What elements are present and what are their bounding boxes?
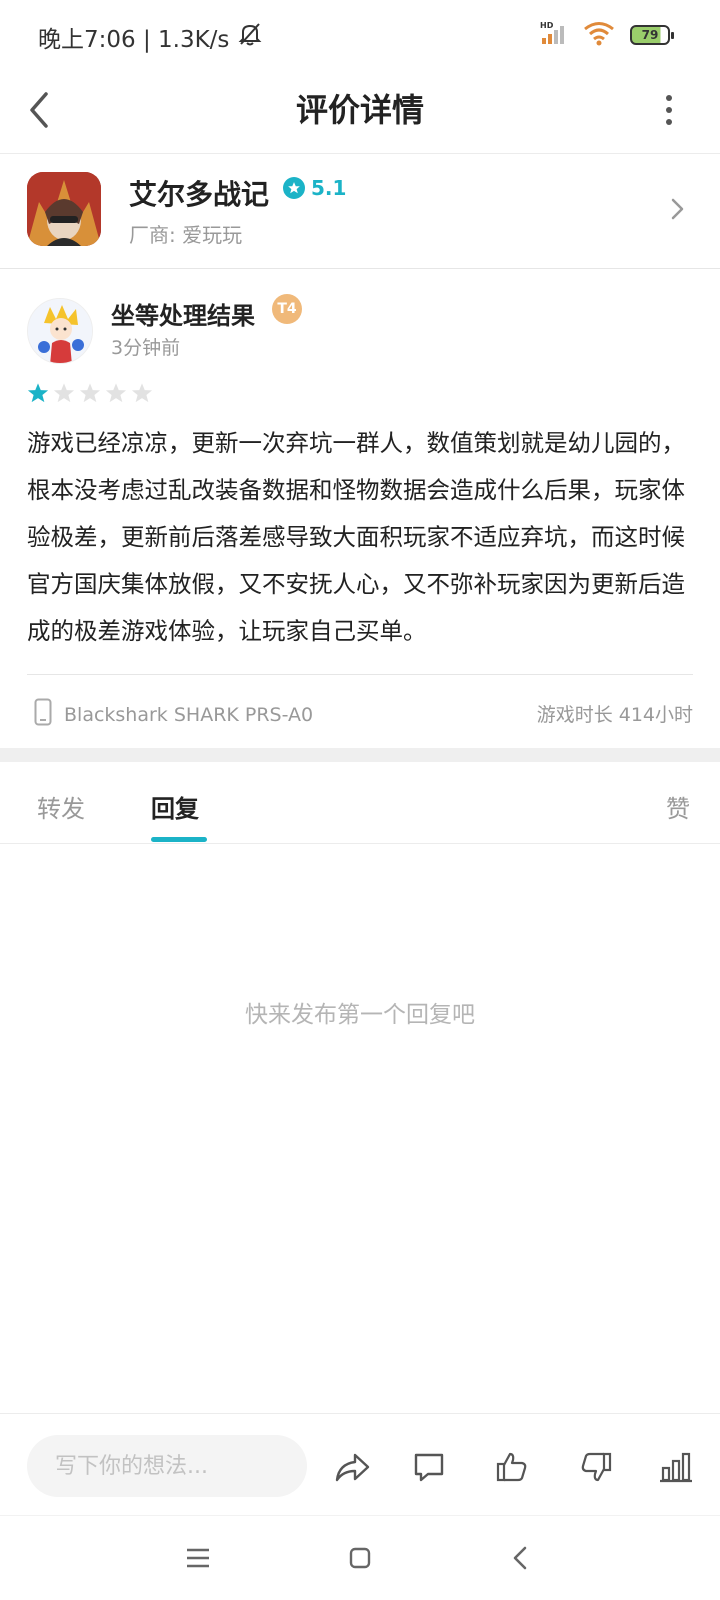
- divider: [27, 674, 693, 675]
- share-button[interactable]: [331, 1446, 373, 1488]
- stats-button[interactable]: [655, 1446, 697, 1488]
- star-empty-icon: [79, 383, 101, 403]
- status-right: HD 79: [540, 20, 674, 50]
- battery-level: 79: [641, 28, 659, 42]
- dislike-button[interactable]: [575, 1446, 617, 1488]
- chevron-right-icon: [668, 195, 686, 223]
- device-name: Blackshark SHARK PRS-A0: [64, 703, 314, 726]
- star-badge-icon: [283, 177, 305, 199]
- review-text: 游戏已经凉凉，更新一次弃坑一群人，数值策划就是幼儿园的，根本没考虑过乱改装备数据…: [27, 429, 685, 645]
- bottom-action-bar: [0, 1413, 720, 1515]
- play-time: 游戏时长 414小时: [536, 704, 693, 726]
- status-bar: 晚上7:06 | 1.3K/s HD 79: [0, 0, 720, 70]
- user-avatar[interactable]: [27, 298, 93, 364]
- thumbs-down-icon: [581, 1452, 612, 1482]
- thumbs-up-icon: [496, 1452, 527, 1482]
- wifi-icon: [582, 20, 616, 50]
- comment-button[interactable]: [408, 1446, 450, 1488]
- empty-state-text: 快来发布第一个回复吧: [245, 1002, 475, 1028]
- game-name: 艾尔多战记: [129, 178, 270, 211]
- system-back-button[interactable]: [500, 1538, 540, 1578]
- user-level-badge: T4: [272, 294, 302, 324]
- star-empty-icon: [131, 383, 153, 403]
- game-rating: 5.1: [283, 176, 346, 200]
- section-separator: [0, 748, 720, 762]
- top-nav-bar: 评价详情: [0, 70, 720, 154]
- like-button[interactable]: [491, 1446, 533, 1488]
- comment-input[interactable]: [27, 1435, 307, 1497]
- game-info-row[interactable]: 艾尔多战记 5.1 厂商: 爱玩玩: [0, 155, 720, 269]
- rating-value: 5.1: [311, 176, 347, 200]
- tab-bar: 转发 回复 赞: [0, 762, 720, 844]
- tab-likes[interactable]: 赞: [666, 789, 690, 824]
- device-info: Blackshark SHARK PRS-A0: [34, 698, 313, 731]
- share-icon: [335, 1453, 370, 1482]
- star-rating: [27, 382, 153, 404]
- review-card: 坐等处理结果 T4 3分钟前 游戏已经凉凉，更新一次弃坑一群人，数值策划就是幼儿…: [0, 270, 720, 740]
- battery-indicator: 79: [630, 25, 674, 45]
- phone-icon: [34, 698, 52, 731]
- tab-repost[interactable]: 转发: [37, 789, 85, 824]
- star-empty-icon: [53, 383, 75, 403]
- star-filled-icon: [27, 383, 49, 403]
- vertical-dots-icon: [666, 95, 672, 125]
- username[interactable]: 坐等处理结果: [111, 296, 255, 331]
- menu-button[interactable]: [178, 1538, 218, 1578]
- tab-reply[interactable]: 回复: [151, 789, 199, 824]
- more-button[interactable]: [662, 90, 676, 130]
- review-time: 3分钟前: [111, 337, 181, 359]
- system-nav-bar: [0, 1515, 720, 1600]
- signal-icon: HD: [540, 20, 568, 50]
- home-button[interactable]: [340, 1538, 380, 1578]
- hd-label: HD: [540, 21, 554, 30]
- back-icon: [513, 1546, 527, 1570]
- status-time: 晚上7:06 | 1.3K/s: [38, 27, 230, 53]
- active-tab-indicator: [151, 837, 207, 842]
- comment-icon: [414, 1453, 444, 1482]
- star-empty-icon: [105, 383, 127, 403]
- status-left: 晚上7:06 | 1.3K/s: [38, 20, 263, 54]
- home-icon: [349, 1547, 371, 1569]
- page-title: 评价详情: [295, 91, 424, 129]
- mute-bell-icon: [237, 21, 263, 53]
- game-icon: [27, 172, 101, 246]
- bar-chart-icon: [660, 1452, 692, 1483]
- game-vendor: 厂商: 爱玩玩: [129, 223, 243, 247]
- menu-icon: [187, 1548, 209, 1568]
